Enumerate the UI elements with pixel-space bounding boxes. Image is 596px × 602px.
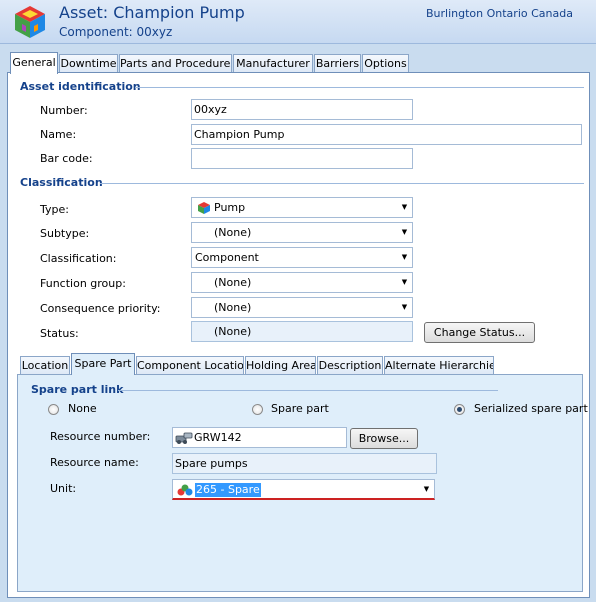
classification-label: Classification: — [40, 252, 117, 265]
barcode-label: Bar code: — [40, 152, 93, 165]
tab-component-location[interactable]: Component Location — [136, 356, 244, 375]
tab-location[interactable]: Location — [20, 356, 70, 375]
change-status-button[interactable]: Change Status... — [424, 322, 535, 343]
unit-dropdown[interactable]: 265 - Spare ▼ — [172, 479, 435, 500]
section-divider — [118, 390, 498, 391]
radio-spare-part[interactable] — [252, 404, 263, 415]
dropdown-arrow-icon[interactable]: ▼ — [419, 480, 434, 498]
tab-description[interactable]: Description — [317, 356, 383, 375]
tab-manufacturer[interactable]: Manufacturer — [233, 54, 313, 73]
unit-label: Unit: — [50, 482, 77, 495]
page-subtitle: Component: 00xyz — [59, 25, 173, 39]
function-group-label: Function group: — [40, 277, 126, 290]
radio-serialized-spare-part[interactable] — [454, 404, 465, 415]
type-value: Pump — [214, 201, 246, 214]
function-group-dropdown[interactable]: (None) ▼ — [191, 272, 413, 293]
function-group-value: (None) — [214, 276, 252, 289]
dropdown-arrow-icon[interactable]: ▼ — [397, 298, 412, 317]
subtype-dropdown[interactable]: (None) ▼ — [191, 222, 413, 243]
tab-options[interactable]: Options — [362, 54, 409, 73]
consequence-priority-label: Consequence priority: — [40, 302, 161, 315]
radio-serialized-spare-part-label[interactable]: Serialized spare part — [474, 402, 588, 415]
section-title-spare-part-link: Spare part link — [31, 383, 124, 396]
type-label: Type: — [40, 203, 69, 216]
resource-number-label: Resource number: — [50, 430, 151, 443]
browse-button[interactable]: Browse... — [350, 428, 418, 449]
resource-icon — [175, 432, 193, 444]
number-label: Number: — [40, 104, 88, 117]
location-text: Burlington Ontario Canada — [426, 7, 573, 20]
section-divider — [135, 87, 584, 88]
subtype-label: Subtype: — [40, 227, 90, 240]
number-field[interactable]: 00xyz — [191, 99, 413, 120]
status-value: (None) — [214, 325, 252, 338]
tab-downtime[interactable]: Downtime — [59, 54, 118, 73]
tab-general[interactable]: General — [10, 52, 58, 74]
consequence-priority-dropdown[interactable]: (None) ▼ — [191, 297, 413, 318]
status-field: (None) — [191, 321, 413, 342]
section-title-asset-identification: Asset identification — [20, 80, 141, 93]
dropdown-arrow-icon[interactable]: ▼ — [397, 223, 412, 242]
name-field[interactable]: Champion Pump — [191, 124, 582, 145]
classification-value: Component — [195, 251, 259, 264]
radio-none-label[interactable]: None — [68, 402, 97, 415]
resource-number-field[interactable]: GRW142 — [172, 427, 347, 448]
section-title-classification: Classification — [20, 176, 103, 189]
resource-name-label: Resource name: — [50, 456, 139, 469]
page-title: Asset: Champion Pump — [59, 3, 245, 22]
tab-barriers[interactable]: Barriers — [314, 54, 361, 73]
name-label: Name: — [40, 128, 77, 141]
resource-number-value: GRW142 — [194, 431, 242, 444]
tab-alternate-hierarchies[interactable]: Alternate Hierarchies — [384, 356, 494, 375]
app-cube-icon — [15, 6, 45, 38]
section-divider — [100, 183, 584, 184]
tab-spare-part[interactable]: Spare Part — [71, 353, 135, 375]
radio-none[interactable] — [48, 404, 59, 415]
subtype-value: (None) — [214, 226, 252, 239]
tab-parts-and-procedures[interactable]: Parts and Procedures — [119, 54, 232, 73]
resource-name-field: Spare pumps — [172, 453, 437, 474]
status-label: Status: — [40, 327, 79, 340]
unit-icon — [177, 484, 193, 496]
pump-cube-icon — [198, 202, 210, 214]
classification-dropdown[interactable]: Component ▼ — [191, 247, 413, 268]
type-dropdown[interactable]: Pump ▼ — [191, 197, 413, 218]
radio-spare-part-label[interactable]: Spare part — [271, 402, 329, 415]
consequence-priority-value: (None) — [214, 301, 252, 314]
unit-value: 265 - Spare — [195, 483, 261, 497]
dropdown-arrow-icon[interactable]: ▼ — [397, 198, 412, 217]
barcode-field[interactable] — [191, 148, 413, 169]
tab-holding-area[interactable]: Holding Area — [245, 356, 316, 375]
dropdown-arrow-icon[interactable]: ▼ — [397, 248, 412, 267]
dropdown-arrow-icon[interactable]: ▼ — [397, 273, 412, 292]
window-header: Asset: Champion Pump Component: 00xyz Bu… — [0, 0, 596, 44]
